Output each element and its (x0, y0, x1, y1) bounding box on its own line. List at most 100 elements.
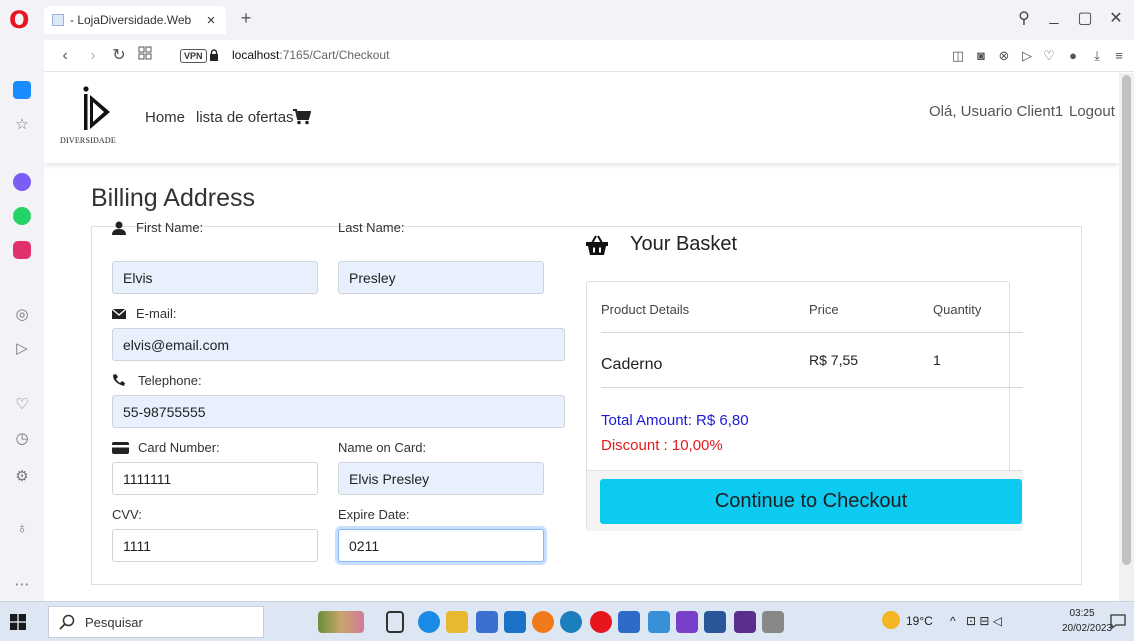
clock-time: 03:25 (1069, 608, 1095, 619)
logo-text: DIVERSIDADE (60, 136, 116, 145)
search-icon (59, 614, 75, 630)
browser-tab[interactable]: - LojaDiversidade.Web × (44, 6, 226, 34)
tray-chevron-icon[interactable]: ^ (950, 614, 956, 628)
card-number-label: Card Number: (138, 440, 220, 455)
shopping-basket-icon (586, 235, 608, 255)
forward-icon[interactable]: › (84, 46, 102, 66)
expire-date-input[interactable] (338, 529, 544, 562)
taskbar-search-box[interactable]: Pesquisar (48, 606, 264, 638)
nav-offers-link[interactable]: lista de ofertas (196, 109, 294, 126)
new-tab-button[interactable]: + (236, 8, 256, 32)
cvv-input[interactable] (112, 529, 318, 562)
taskbar-clock[interactable]: 03:25 20/02/2023 (1062, 606, 1112, 636)
tab-search-icon[interactable]: ⚲ (1012, 8, 1036, 28)
basket-summary-card: Product Details Price Quantity Caderno R… (586, 281, 1023, 531)
telephone-label: Telephone: (138, 373, 202, 388)
tips-bulb-icon[interactable]: ♁ (10, 516, 34, 540)
download-icon[interactable]: ⤓ (1088, 47, 1106, 65)
phone-icon (113, 374, 125, 386)
flow-icon[interactable]: ▷ (10, 336, 34, 360)
email-input[interactable] (112, 328, 565, 361)
total-amount: Total Amount: R$ 6,80 (601, 412, 749, 429)
card-number-input[interactable] (112, 462, 318, 495)
url-text[interactable]: localhost:7165/Cart/Checkout (232, 48, 389, 62)
credit-card-icon (112, 442, 129, 454)
price-header: Price (809, 302, 839, 317)
discount-text: Discount : 10,00% (601, 437, 723, 454)
browser-titlebar: O - LojaDiversidade.Web × + ⚲ _ ▢ ✕ (0, 0, 1134, 40)
player-icon[interactable]: ◎ (10, 302, 34, 326)
photos-icon[interactable] (618, 611, 640, 633)
edge-browser-icon[interactable] (418, 611, 440, 633)
page-scrollbar[interactable] (1119, 73, 1134, 601)
easy-setup-icon[interactable]: ≡ (1110, 47, 1128, 65)
first-name-label: First Name: (136, 220, 204, 235)
word-icon[interactable] (704, 611, 726, 633)
first-name-input[interactable] (112, 261, 318, 294)
store-icon[interactable] (476, 611, 498, 633)
item-product-name: Caderno (601, 356, 663, 373)
nav-home-link[interactable]: Home (145, 109, 185, 126)
snapshot-icon[interactable]: ◫ (949, 47, 967, 65)
sidebar-bookmarks-icon[interactable]: ☆ (10, 112, 34, 136)
file-explorer-icon[interactable] (446, 611, 468, 633)
address-bar: ‹ › ↻ VPN localhost:7165/Cart/Checkout ◫… (44, 40, 1134, 72)
header-divider (601, 332, 1023, 333)
vpn-badge[interactable]: VPN (180, 49, 207, 63)
task-view-icon[interactable] (386, 611, 404, 633)
speed-dial-icon[interactable] (136, 46, 154, 66)
opera-taskbar-icon[interactable] (590, 611, 612, 633)
minimize-button[interactable]: _ (1042, 8, 1066, 26)
mail-icon[interactable] (504, 611, 526, 633)
back-icon[interactable]: ‹ (56, 46, 74, 66)
shopping-cart-icon[interactable] (293, 109, 311, 125)
adblock-icon[interactable]: ⊗ (995, 47, 1013, 65)
name-on-card-input[interactable] (338, 462, 544, 495)
profile-icon[interactable]: ● (1064, 47, 1082, 65)
notifications-icon[interactable] (1110, 613, 1126, 629)
scrollbar-thumb[interactable] (1122, 75, 1131, 565)
maximize-button[interactable]: ▢ (1073, 8, 1097, 28)
lock-icon[interactable] (209, 49, 219, 61)
continue-to-checkout-button[interactable]: Continue to Checkout (600, 479, 1022, 524)
more-icon[interactable]: ⋯ (10, 572, 34, 596)
user-icon (112, 221, 126, 235)
search-highlight-icon[interactable] (318, 611, 364, 633)
page-title: Billing Address (91, 184, 255, 212)
reload-icon[interactable]: ↻ (110, 46, 128, 66)
opera-logo-icon[interactable]: O (9, 6, 31, 34)
heart-icon[interactable]: ♡ (1040, 47, 1058, 65)
last-name-input[interactable] (338, 261, 544, 294)
logout-link[interactable]: Logout (1069, 103, 1115, 120)
close-window-button[interactable]: ✕ (1104, 8, 1128, 28)
cortana-icon[interactable] (560, 611, 582, 633)
history-icon[interactable]: ◷ (10, 426, 34, 450)
firefox-icon[interactable] (532, 611, 554, 633)
camera-icon[interactable]: ◙ (972, 47, 990, 65)
name-on-card-label: Name on Card: (338, 440, 427, 455)
expire-date-label: Expire Date: (338, 507, 410, 522)
sidebar-heart-icon[interactable]: ♡ (10, 392, 34, 416)
instagram-icon[interactable] (10, 238, 34, 262)
sidebar-home-icon[interactable] (10, 78, 34, 102)
user-greeting: Olá, Usuario Client1 (929, 103, 1064, 120)
terminal-icon[interactable] (734, 611, 756, 633)
windows-taskbar: Pesquisar 19°C ^ ⊡ ⊟ ◁ 03:25 20/02/2023 (0, 601, 1134, 641)
summary-footer: Continue to Checkout (587, 470, 1023, 531)
app-icon[interactable] (648, 611, 670, 633)
tray-icons[interactable]: ⊡ ⊟ ◁ (966, 614, 1002, 628)
visual-studio-icon[interactable] (676, 611, 698, 633)
weather-temp[interactable]: 19°C (906, 614, 933, 628)
paint-icon[interactable] (762, 611, 784, 633)
windows-start-icon[interactable] (10, 614, 26, 630)
send-icon[interactable]: ▷ (1018, 47, 1036, 65)
page-favicon-icon (52, 14, 64, 26)
telephone-input[interactable] (112, 395, 565, 428)
settings-gear-icon[interactable]: ⚙ (10, 464, 34, 488)
envelope-icon (112, 308, 126, 319)
tab-close-icon[interactable]: × (204, 12, 218, 29)
messenger-icon[interactable] (10, 170, 34, 194)
basket-title: Your Basket (630, 233, 738, 255)
whatsapp-icon[interactable] (10, 204, 34, 228)
weather-icon[interactable] (882, 611, 900, 629)
